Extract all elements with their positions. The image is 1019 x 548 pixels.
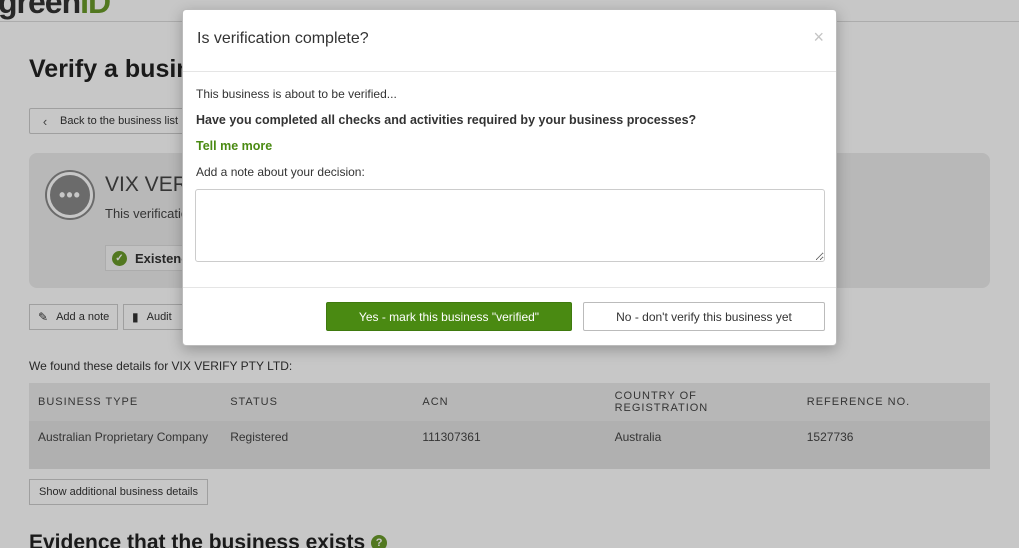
mark-verified-button[interactable]: Yes - mark this business "verified" <box>326 302 572 331</box>
dialog-footer: Yes - mark this business "verified" No -… <box>183 288 836 345</box>
dialog-title: Is verification complete? <box>197 30 369 47</box>
dialog-question-text: Have you completed all checks and activi… <box>196 113 697 127</box>
dont-verify-button[interactable]: No - don't verify this business yet <box>583 302 825 331</box>
note-label: Add a note about your decision: <box>196 165 365 179</box>
tell-me-more-link[interactable]: Tell me more <box>196 139 272 153</box>
dialog-intro-text: This business is about to be verified... <box>196 87 397 101</box>
close-icon[interactable]: × <box>813 26 824 48</box>
dialog-body: This business is about to be verified...… <box>183 72 836 288</box>
verification-complete-dialog: Is verification complete? × This busines… <box>182 9 837 346</box>
dialog-header: Is verification complete? × <box>183 10 836 72</box>
decision-note-textarea[interactable] <box>195 189 825 262</box>
